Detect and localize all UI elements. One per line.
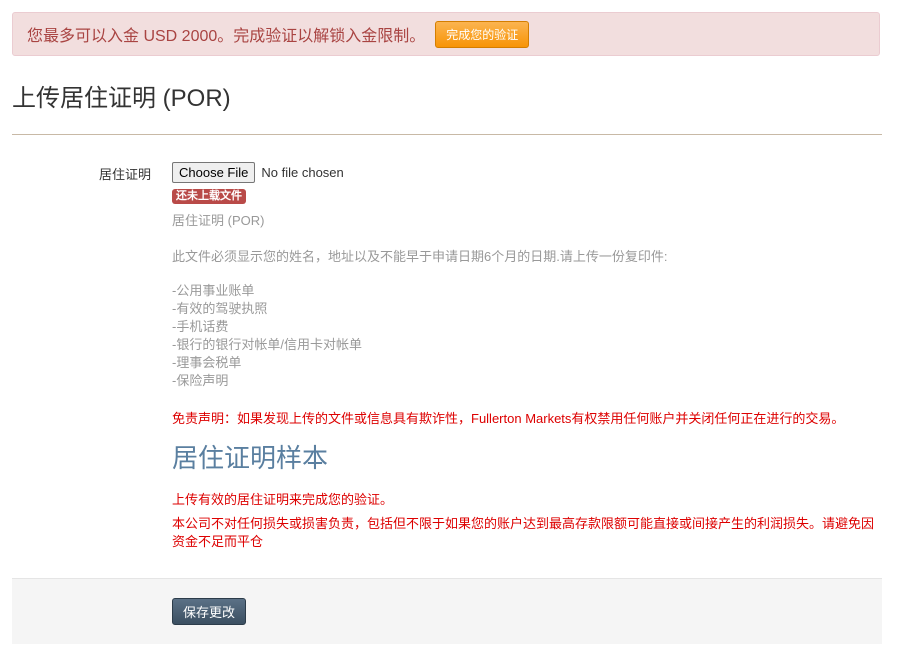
choose-file-button[interactable]: Choose File bbox=[172, 162, 256, 183]
file-input[interactable]: Choose File No file chosen bbox=[172, 162, 344, 183]
list-item: -有效的驾驶执照 bbox=[172, 301, 268, 316]
deposit-limit-alert: 您最多可以入金 USD 2000。完成验证以解锁入金限制。 完成您的验证 bbox=[12, 12, 880, 56]
sample-title: 居住证明样本 bbox=[172, 443, 329, 473]
list-item: -公用事业账单 bbox=[172, 283, 255, 298]
help-title: 居住证明 (POR) bbox=[172, 213, 265, 228]
list-item: -保险声明 bbox=[172, 373, 229, 388]
alert-text: 您最多可以入金 USD 2000。完成验证以解锁入金限制。 bbox=[27, 28, 426, 45]
page-title: 上传居住证明 (POR) bbox=[12, 85, 231, 112]
liability-note: 本公司不对任何损失或损害负责，包括但不限于如果您的账户达到最高存款限额可能直接或… bbox=[172, 516, 875, 549]
help-text: 此文件必须显示您的姓名，地址以及不能早于申请日期6个月的日期.请上传一份复印件: bbox=[172, 249, 668, 264]
proof-of-residence-label: 居住证明 bbox=[99, 167, 152, 182]
form-actions: 保存更改 bbox=[12, 578, 882, 644]
disclaimer: 免责声明：如果发现上传的文件或信息具有欺诈性，Fullerton Markets… bbox=[172, 411, 845, 426]
complete-verification-button[interactable]: 完成您的验证 bbox=[435, 20, 530, 48]
list-item: -手机话费 bbox=[172, 319, 229, 334]
save-changes-button[interactable]: 保存更改 bbox=[172, 598, 247, 625]
not-uploaded-badge: 还未上载文件 bbox=[172, 189, 246, 204]
divider bbox=[12, 134, 882, 135]
list-item: -银行的银行对帐单/信用卡对帐单 bbox=[172, 337, 362, 352]
list-item: -理事会税单 bbox=[172, 355, 242, 370]
file-status: No file chosen bbox=[261, 165, 344, 180]
upload-note: 上传有效的居住证明来完成您的验证。 bbox=[172, 492, 394, 507]
document-list: -公用事业账单 -有效的驾驶执照 -手机话费 -银行的银行对帐单/信用卡对帐单 … bbox=[172, 282, 362, 390]
